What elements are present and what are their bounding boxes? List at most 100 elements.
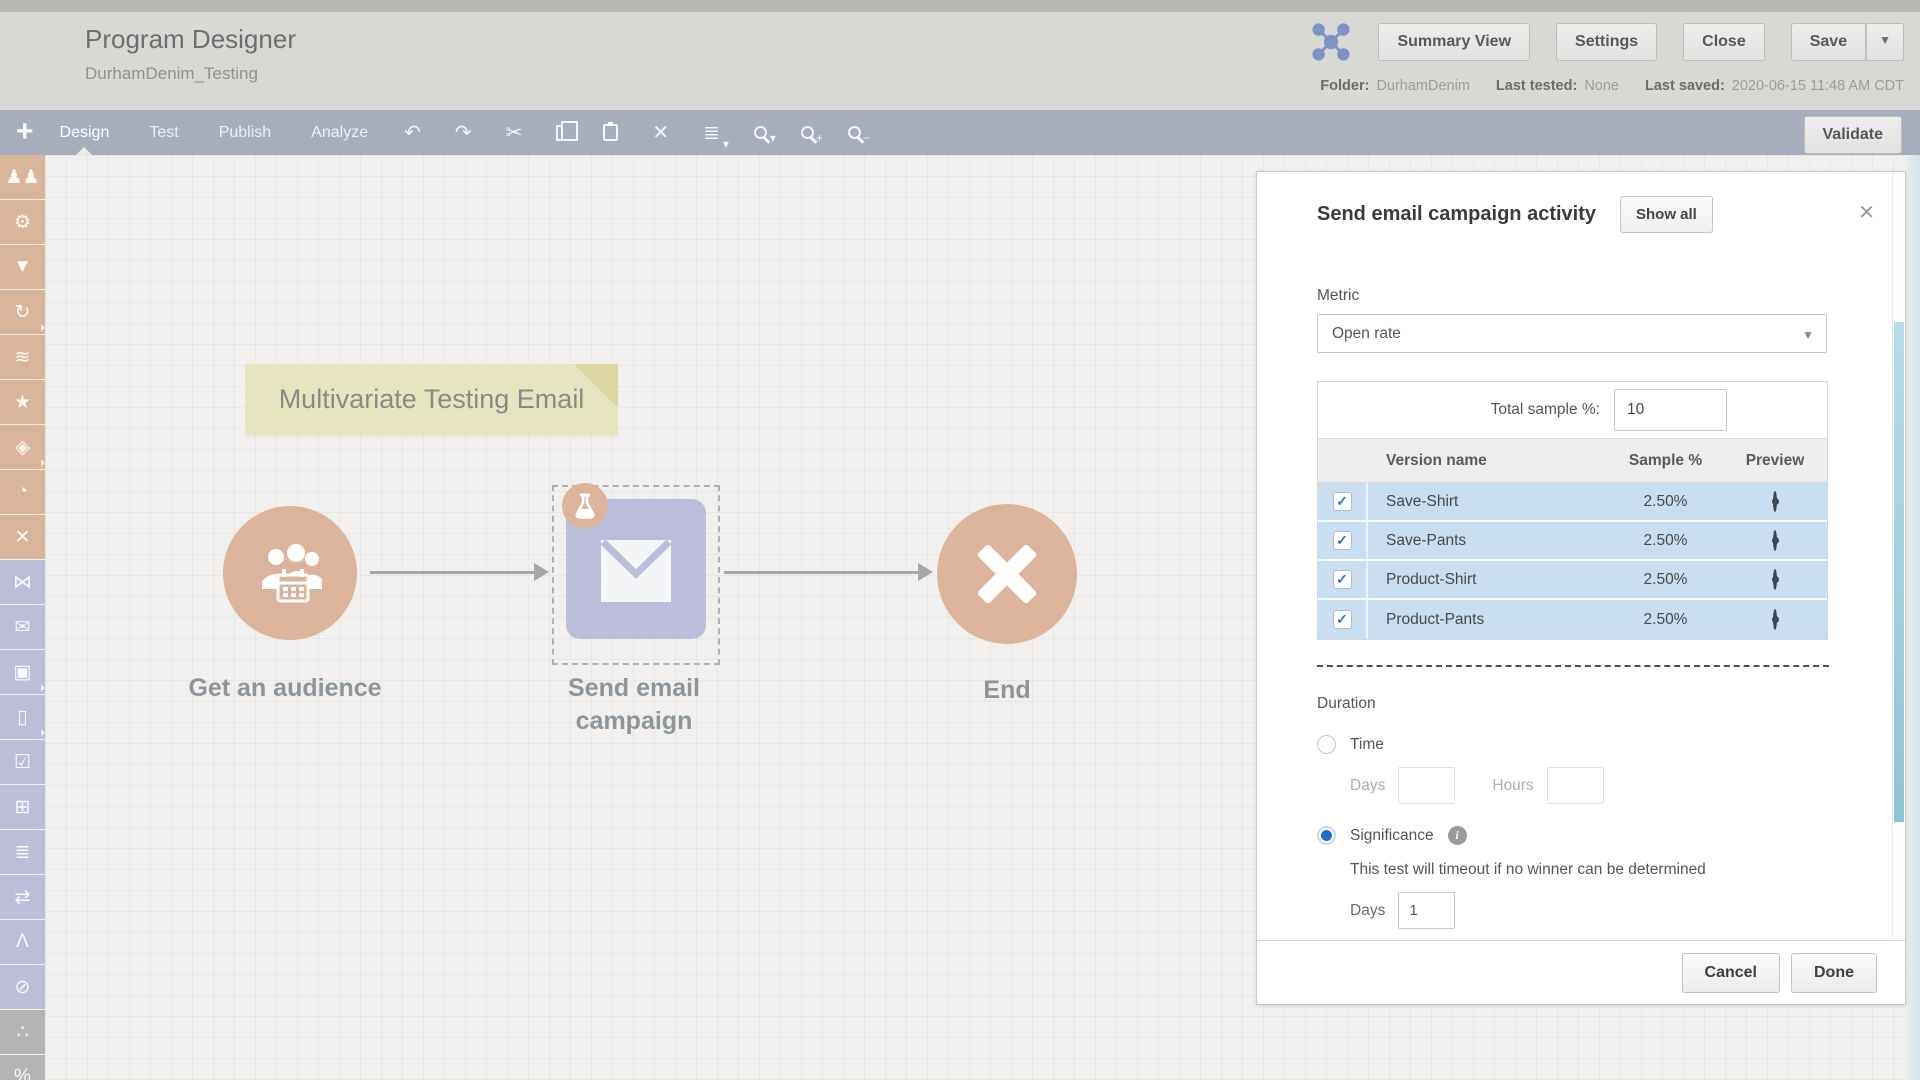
canvas-scrollbar[interactable] bbox=[1907, 155, 1920, 1080]
node-label-send-email: Send email campaign bbox=[524, 672, 744, 738]
preview-eye-icon[interactable] bbox=[1773, 491, 1777, 512]
time-days-label: Days bbox=[1350, 777, 1385, 795]
palette-sync-audience-icon[interactable]: ↻ bbox=[0, 290, 45, 334]
palette-end-icon[interactable]: ✕ bbox=[0, 515, 45, 559]
close-button[interactable]: Close bbox=[1683, 23, 1765, 61]
done-button[interactable]: Done bbox=[1791, 953, 1877, 993]
version-checkbox[interactable]: ✓ bbox=[1333, 492, 1352, 511]
settings-button[interactable]: Settings bbox=[1556, 23, 1657, 61]
version-row: ✓ Save-Shirt 2.50% bbox=[1318, 483, 1827, 522]
metric-value: Open rate bbox=[1332, 325, 1401, 343]
program-designer-app: Program Designer DurhamDenim_Testing Sum… bbox=[0, 0, 1920, 1080]
palette-filter-icon[interactable]: ▼ bbox=[0, 245, 45, 289]
palette-data-switch-icon[interactable]: ⇄ bbox=[0, 875, 45, 919]
preview-eye-icon[interactable] bbox=[1773, 569, 1777, 590]
undo-icon[interactable]: ↶ bbox=[404, 120, 421, 145]
wifi-icon: ≋ bbox=[15, 346, 31, 369]
palette-percent-icon[interactable]: % bbox=[0, 1055, 45, 1080]
share-icon: ∴ bbox=[16, 1021, 28, 1044]
time-days-input[interactable] bbox=[1398, 767, 1455, 804]
header: Program Designer DurhamDenim_Testing Sum… bbox=[0, 12, 1920, 110]
preview-eye-icon[interactable] bbox=[1773, 530, 1777, 551]
total-sample-row: Total sample %: bbox=[1318, 382, 1827, 438]
redo-icon[interactable]: ↷ bbox=[455, 120, 472, 145]
time-radio[interactable] bbox=[1317, 735, 1336, 754]
cancel-button[interactable]: Cancel bbox=[1682, 953, 1780, 993]
palette-data-check-icon[interactable]: ≣ bbox=[0, 830, 45, 874]
percent-icon: % bbox=[14, 1066, 31, 1080]
meta-pair: Last saved: 2020-06-15 11:48 AM CDT bbox=[1645, 78, 1904, 94]
connector-arrow-2 bbox=[724, 571, 919, 574]
palette-email-icon[interactable]: ✉ bbox=[0, 605, 45, 649]
panel-close-icon[interactable]: ✕ bbox=[1858, 200, 1875, 225]
palette-form-icon[interactable]: ☑ bbox=[0, 740, 45, 784]
validate-button[interactable]: Validate bbox=[1804, 116, 1902, 154]
palette-design-compass-icon[interactable]: Λ bbox=[0, 920, 45, 964]
significance-days-input[interactable] bbox=[1398, 892, 1455, 929]
data-switch-icon: ⇄ bbox=[15, 886, 31, 909]
palette-schedule-icon[interactable]: ◔ bbox=[0, 470, 45, 514]
palette-handshake-icon[interactable]: ⋈ bbox=[0, 560, 45, 604]
end-icon: ✕ bbox=[15, 526, 31, 549]
palette-share-icon[interactable]: ∴ bbox=[0, 1010, 45, 1054]
copy-icon[interactable] bbox=[556, 125, 569, 141]
version-checkbox[interactable]: ✓ bbox=[1333, 610, 1352, 629]
zoom-in-icon[interactable]: + bbox=[801, 126, 814, 139]
info-icon[interactable]: i bbox=[1448, 826, 1467, 845]
total-sample-input[interactable] bbox=[1614, 389, 1727, 431]
node-get-audience[interactable] bbox=[223, 506, 357, 640]
paste-icon[interactable] bbox=[603, 124, 618, 141]
zoom-out-icon[interactable]: − bbox=[848, 126, 861, 139]
palette-mobile-icon[interactable]: ▯ bbox=[0, 695, 45, 739]
total-sample-label: Total sample %: bbox=[1491, 401, 1600, 419]
connector-arrow-1 bbox=[370, 571, 535, 574]
sticky-note[interactable]: Multivariate Testing Email bbox=[245, 364, 618, 435]
delete-icon[interactable]: ✕ bbox=[652, 120, 669, 145]
page-title: Program Designer bbox=[85, 24, 296, 55]
toolbar: + Design Test Publish Analyze ↶ ↷ ✂ ✕ ≣▾ ▾ + − Val… bbox=[0, 110, 1920, 155]
version-checkbox[interactable]: ✓ bbox=[1333, 531, 1352, 550]
meta-pair: Folder: DurhamDenim bbox=[1320, 78, 1470, 94]
version-name: Product-Pants bbox=[1368, 611, 1608, 629]
palette-program-flow-icon[interactable]: ◈ bbox=[0, 425, 45, 469]
version-row: ✓ Product-Shirt 2.50% bbox=[1318, 561, 1827, 600]
tab-analyze[interactable]: Analyze bbox=[311, 110, 368, 155]
palette-suppress-group-icon[interactable]: ⊘ bbox=[0, 965, 45, 1009]
tab-test[interactable]: Test bbox=[149, 110, 178, 155]
summary-view-button[interactable]: Summary View bbox=[1378, 23, 1530, 61]
zoom-icon[interactable]: ▾ bbox=[754, 126, 767, 139]
metric-dropdown[interactable]: Open rate ▼ bbox=[1317, 314, 1827, 353]
window-top-strip bbox=[0, 0, 1920, 12]
profile-gear-icon: ⚙ bbox=[14, 211, 31, 234]
time-hours-input[interactable] bbox=[1547, 767, 1604, 804]
version-checkbox[interactable]: ✓ bbox=[1333, 570, 1352, 589]
show-all-button[interactable]: Show all bbox=[1620, 196, 1713, 233]
favorite-icon: ★ bbox=[14, 391, 31, 414]
palette-wifi-icon[interactable]: ≋ bbox=[0, 335, 45, 379]
save-button[interactable]: Save bbox=[1791, 23, 1866, 61]
meta-pair: Last tested: None bbox=[1496, 78, 1619, 94]
node-send-email-campaign[interactable] bbox=[552, 485, 720, 665]
table-header: Version name Sample % Preview bbox=[1318, 438, 1827, 483]
cut-icon[interactable]: ✂ bbox=[506, 120, 523, 145]
end-x-icon bbox=[970, 537, 1044, 611]
save-dropdown-arrow[interactable]: ▼ bbox=[1866, 23, 1904, 61]
palette-campaign-copy-icon[interactable]: ▣ bbox=[0, 650, 45, 694]
network-icon bbox=[1310, 22, 1352, 62]
node-end[interactable] bbox=[937, 504, 1077, 644]
align-icon[interactable]: ≣▾ bbox=[703, 120, 720, 145]
panel-scrollbar-thumb[interactable] bbox=[1894, 322, 1904, 822]
palette-audience-icon[interactable]: ♟♟ bbox=[0, 155, 45, 199]
palette-favorite-icon[interactable]: ★ bbox=[0, 380, 45, 424]
panel-scrollbar[interactable] bbox=[1892, 172, 1905, 940]
palette-decision-tree-icon[interactable]: ⊞ bbox=[0, 785, 45, 829]
meta-label: Folder: bbox=[1320, 78, 1369, 94]
tab-publish[interactable]: Publish bbox=[219, 110, 271, 155]
preview-eye-icon[interactable] bbox=[1773, 609, 1777, 630]
palette-profile-gear-icon[interactable]: ⚙ bbox=[0, 200, 45, 244]
significance-radio[interactable] bbox=[1317, 826, 1336, 845]
tab-design[interactable]: Design bbox=[60, 110, 110, 155]
dropdown-caret-icon: ▼ bbox=[1802, 328, 1814, 342]
meta-value: 2020-06-15 11:48 AM CDT bbox=[1732, 78, 1904, 94]
add-icon[interactable]: + bbox=[16, 115, 34, 149]
